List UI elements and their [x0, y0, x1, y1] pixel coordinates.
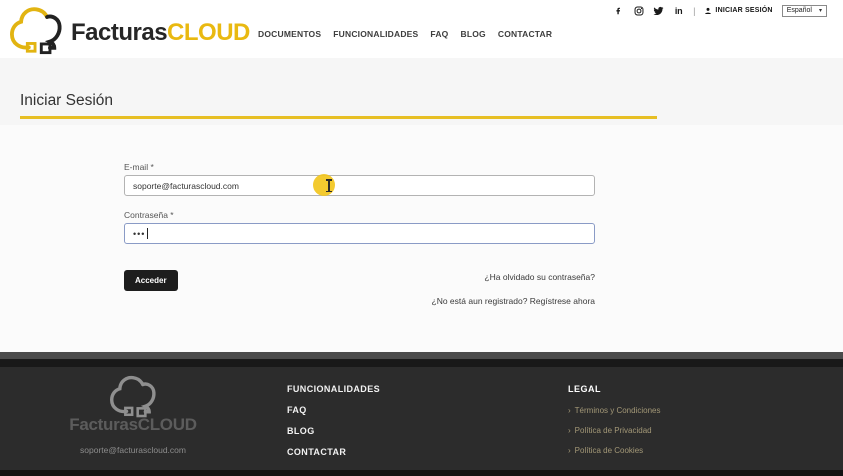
legal-link-cookies[interactable]: ›Política de Cookies — [568, 446, 660, 466]
register-link[interactable]: ¿No está aun registrado? Regístrese ahor… — [432, 296, 595, 306]
cloud-logo-icon — [8, 4, 64, 56]
password-label: Contraseña * — [124, 210, 174, 220]
email-label: E-mail * — [124, 162, 154, 172]
nav-contactar[interactable]: CONTACTAR — [498, 29, 552, 39]
footer-nav-faq[interactable]: FAQ — [287, 405, 380, 426]
text-caret — [147, 228, 148, 239]
footer-nav-contactar[interactable]: CONTACTAR — [287, 447, 380, 468]
footer-bottom-strip — [0, 470, 843, 476]
footer-nav: FUNCIONALIDADES FAQ BLOG CONTACTAR — [287, 384, 380, 468]
chevron-right-icon: › — [568, 446, 571, 455]
brand-name: FacturasCLOUD — [71, 19, 250, 47]
main-nav: DOCUMENTOS FUNCIONALIDADES FAQ BLOG CONT… — [258, 29, 552, 39]
legal-heading: LEGAL — [568, 384, 660, 394]
mouse-cursor-highlight — [313, 174, 335, 196]
nav-blog[interactable]: BLOG — [461, 29, 486, 39]
chevron-right-icon: › — [568, 406, 571, 415]
page-title-band: Iniciar Sesión — [0, 58, 843, 125]
facebook-icon[interactable] — [613, 5, 624, 16]
footer-cloud-logo-icon — [100, 373, 166, 419]
login-submit-button[interactable]: Acceder — [124, 270, 178, 291]
legal-link-terminos[interactable]: ›Términos y Condiciones — [568, 406, 660, 426]
site-footer: FacturasCLOUD soporte@facturascloud.com … — [0, 367, 843, 470]
footer-top-strip — [0, 352, 843, 359]
linkedin-icon[interactable]: in — [673, 5, 684, 16]
topbar-login-link[interactable]: INICIAR SESIÓN — [704, 7, 772, 15]
twitter-icon[interactable] — [653, 5, 664, 16]
user-icon — [704, 7, 712, 15]
dropdown-arrow-icon: ▾ — [819, 7, 822, 14]
forgot-password-link[interactable]: ¿Ha olvidado su contraseña? — [484, 272, 595, 282]
nav-funcionalidades[interactable]: FUNCIONALIDADES — [333, 29, 418, 39]
legal-link-privacidad[interactable]: ›Política de Privacidad — [568, 426, 660, 446]
footer-divider-strip — [0, 359, 843, 367]
topbar-separator: | — [693, 6, 695, 16]
nav-faq[interactable]: FAQ — [430, 29, 448, 39]
login-form-section: E-mail * Contraseña * Acceder ¿Ha olvida… — [0, 125, 843, 352]
site-header: FacturasCLOUD DOCUMENTOS FUNCIONALIDADES… — [0, 0, 843, 58]
footer-nav-blog[interactable]: BLOG — [287, 426, 380, 447]
ibeam-cursor-icon — [328, 179, 330, 192]
language-select[interactable]: Español ▾ — [782, 5, 827, 17]
footer-brand-name: FacturasCLOUD — [40, 415, 226, 435]
footer-legal-section: LEGAL ›Términos y Condiciones ›Política … — [568, 384, 660, 466]
instagram-icon[interactable] — [633, 5, 644, 16]
topbar: in | INICIAR SESIÓN Español ▾ — [613, 4, 827, 17]
chevron-right-icon: › — [568, 426, 571, 435]
nav-documentos[interactable]: DOCUMENTOS — [258, 29, 321, 39]
password-input[interactable] — [124, 223, 595, 244]
title-underline — [20, 116, 657, 119]
email-input[interactable] — [124, 175, 595, 196]
footer-contact-email: soporte@facturascloud.com — [40, 445, 226, 455]
brand-logo[interactable]: FacturasCLOUD — [8, 4, 250, 56]
footer-nav-funcionalidades[interactable]: FUNCIONALIDADES — [287, 384, 380, 405]
page-title: Iniciar Sesión — [20, 92, 113, 110]
